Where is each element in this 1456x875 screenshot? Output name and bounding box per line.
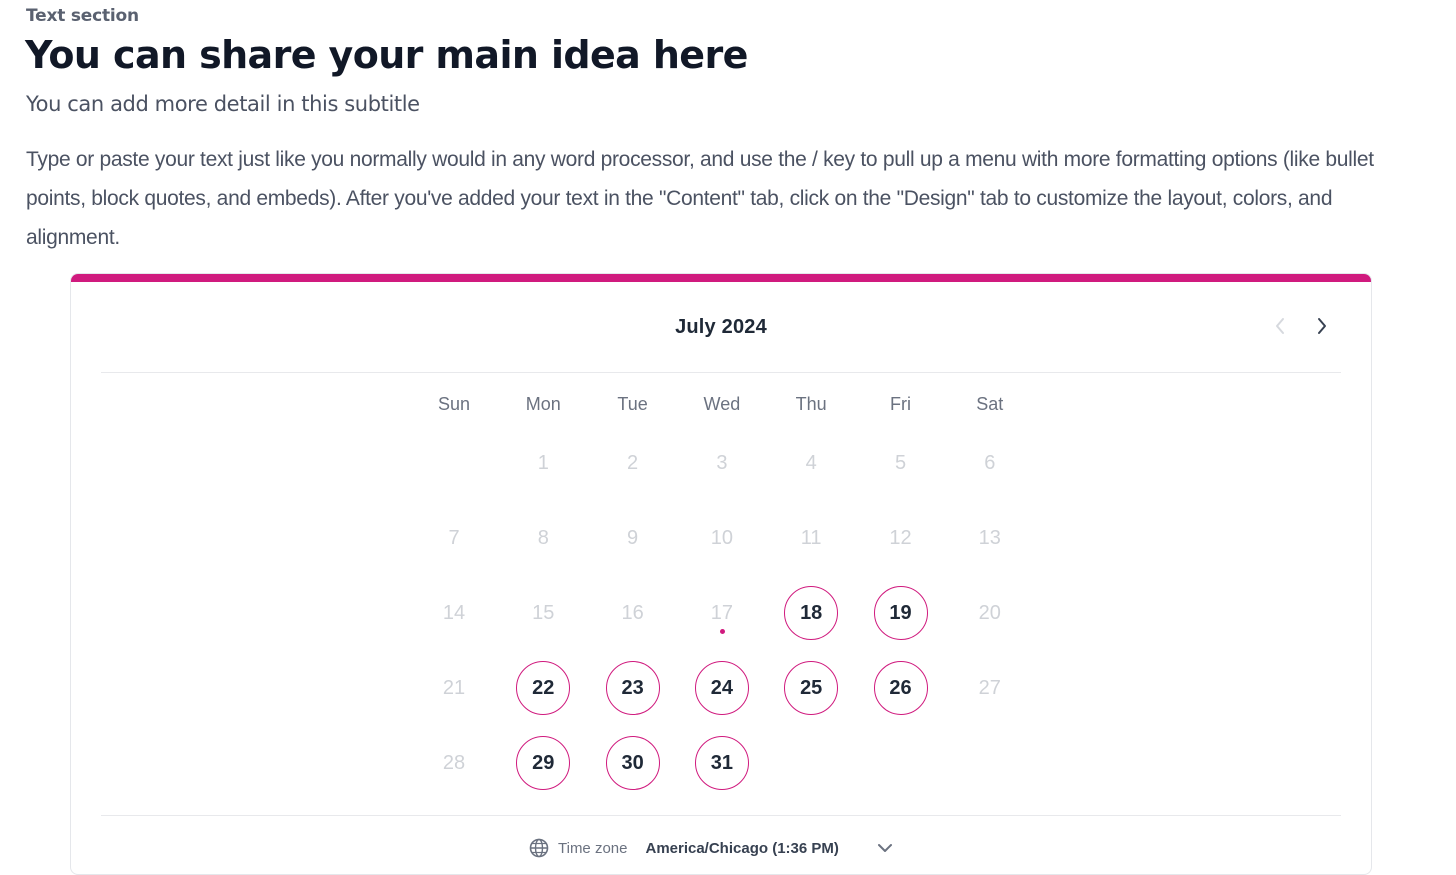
day-16: 16 <box>621 601 644 624</box>
globe-icon <box>529 838 549 858</box>
available-day-19[interactable]: 19 <box>873 586 928 640</box>
subtitle: You can add more detail in this subtitle <box>26 92 420 116</box>
footer-divider <box>101 815 1341 816</box>
available-day-26[interactable]: 26 <box>873 661 928 715</box>
chevron-down-icon[interactable] <box>877 843 893 853</box>
day-4: 4 <box>805 451 817 474</box>
scheduling-calendar-widget: July 2024 Sun Mon Tue Wed Thu Fri Sat 12345678… <box>70 273 1372 875</box>
weekday-wed: Wed <box>703 394 741 414</box>
available-day-18[interactable]: 18 <box>784 586 839 640</box>
timezone-value[interactable]: America/Chicago (1:36 PM) <box>645 840 838 857</box>
day-5: 5 <box>894 451 907 474</box>
day-2: 2 <box>627 451 639 474</box>
day-6: 6 <box>984 451 996 474</box>
day-13: 13 <box>978 526 1001 549</box>
weekday-mon: Mon <box>525 394 561 414</box>
weekday-tue: Tue <box>617 394 648 414</box>
available-day-25[interactable]: 25 <box>784 661 839 715</box>
day-20: 20 <box>978 601 1001 624</box>
timezone-label: Time zone <box>558 839 628 857</box>
weekday-thu: Thu <box>795 394 827 414</box>
day-27: 27 <box>978 676 1001 699</box>
day-3: 3 <box>716 451 728 474</box>
day-7: 7 <box>448 526 460 549</box>
day-10: 10 <box>710 526 734 549</box>
weekday-sun: Sun <box>437 394 471 414</box>
day-14: 14 <box>442 601 466 624</box>
header-divider <box>101 372 1341 373</box>
weekday-fri: Fri <box>890 394 911 414</box>
headline: You can share your main idea here <box>25 33 748 77</box>
available-day-30[interactable]: 30 <box>605 736 660 790</box>
accent-bar <box>71 274 1371 282</box>
day-8: 8 <box>537 526 549 549</box>
day-1: 1 <box>537 451 549 474</box>
chevron-left-icon <box>1276 318 1284 334</box>
today-indicator <box>719 629 725 634</box>
body-text: Type or paste your text just like you no… <box>26 148 1374 249</box>
next-month-button[interactable] <box>1308 312 1336 340</box>
previous-month-button[interactable] <box>1266 312 1294 340</box>
day-12: 12 <box>889 526 912 549</box>
available-day-29[interactable]: 29 <box>516 736 571 790</box>
day-11: 11 <box>800 526 822 549</box>
chevron-right-icon <box>1318 318 1326 334</box>
day-9: 9 <box>627 526 639 549</box>
day-21: 21 <box>442 676 466 699</box>
timezone-row[interactable]: Time zone America/Chicago (1:36 PM) <box>529 834 893 862</box>
section-label: Text section <box>26 6 139 26</box>
month-label: July 2024 <box>675 316 767 338</box>
available-day-31[interactable]: 31 <box>694 736 749 790</box>
day-15: 15 <box>532 601 555 624</box>
available-day-24[interactable]: 24 <box>694 661 749 715</box>
weekday-sat: Sat <box>976 394 1004 414</box>
available-day-22[interactable]: 22 <box>516 661 571 715</box>
day-28: 28 <box>442 751 466 774</box>
available-day-23[interactable]: 23 <box>605 661 660 715</box>
